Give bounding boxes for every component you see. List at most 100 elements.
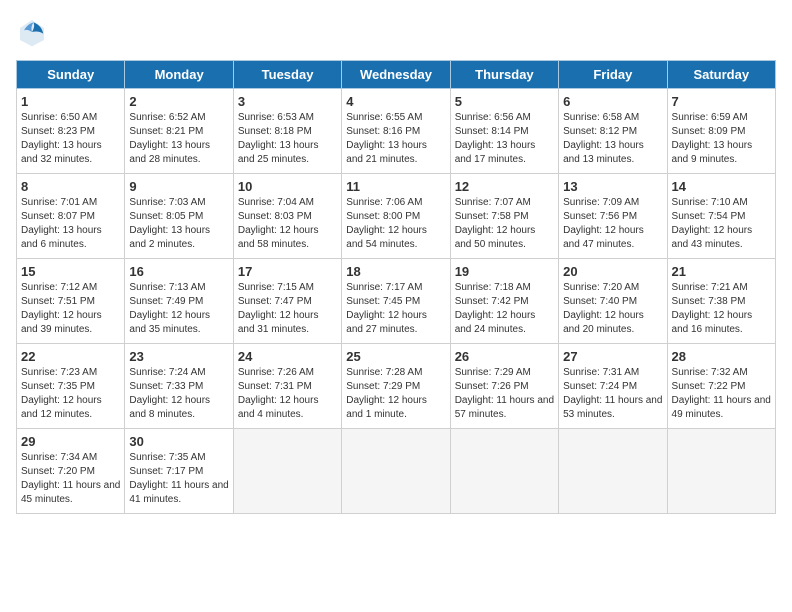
day-number: 10 [238, 179, 337, 194]
day-cell: 15Sunrise: 7:12 AMSunset: 7:51 PMDayligh… [17, 259, 125, 344]
day-cell: 20 Sunrise: 7:20 AMSunset: 7:40 PMDayligh… [559, 259, 667, 344]
week-row-3: 15Sunrise: 7:12 AMSunset: 7:51 PMDayligh… [17, 259, 776, 344]
col-header-thursday: Thursday [450, 61, 558, 89]
day-number: 29 [21, 434, 120, 449]
cell-info: Sunrise: 7:23 AMSunset: 7:35 PMDaylight:… [21, 366, 120, 422]
day-number: 18 [346, 264, 445, 279]
page-header [16, 16, 776, 48]
day-number: 19 [455, 264, 554, 279]
day-cell: 1 Sunrise: 6:50 AMSunset: 8:23 PMDaylight… [17, 89, 125, 174]
cell-info: Sunrise: 7:26 AMSunset: 7:31 PMDaylight:… [238, 366, 337, 422]
day-number: 28 [672, 349, 771, 364]
day-cell [667, 429, 775, 514]
day-cell: 29 Sunrise: 7:34 AMSunset: 7:20 PMDayligh… [17, 429, 125, 514]
day-cell: 5 Sunrise: 6:56 AMSunset: 8:14 PMDaylight… [450, 89, 558, 174]
day-cell: 12 Sunrise: 7:07 AMSunset: 7:58 PMDayligh… [450, 174, 558, 259]
cell-info: Sunrise: 7:04 AMSunset: 8:03 PMDaylight:… [238, 196, 337, 252]
day-number: 22 [21, 349, 120, 364]
week-row-4: 22 Sunrise: 7:23 AMSunset: 7:35 PMDayligh… [17, 344, 776, 429]
day-cell: 7 Sunrise: 6:59 AMSunset: 8:09 PMDaylight… [667, 89, 775, 174]
day-number: 2 [129, 94, 228, 109]
day-number: 8 [21, 179, 120, 194]
col-header-friday: Friday [559, 61, 667, 89]
day-number: 7 [672, 94, 771, 109]
cell-info: Sunrise: 7:10 AMSunset: 7:54 PMDaylight:… [672, 196, 771, 252]
day-number: 17 [238, 264, 337, 279]
day-cell: 26 Sunrise: 7:29 AMSunset: 7:26 PMDayligh… [450, 344, 558, 429]
cell-info: Sunrise: 6:59 AMSunset: 8:09 PMDaylight:… [672, 111, 771, 167]
week-row-1: 1 Sunrise: 6:50 AMSunset: 8:23 PMDaylight… [17, 89, 776, 174]
day-number: 26 [455, 349, 554, 364]
day-number: 6 [563, 94, 662, 109]
cell-info: Sunrise: 7:01 AMSunset: 8:07 PMDaylight:… [21, 196, 120, 252]
day-cell: 21 Sunrise: 7:21 AMSunset: 7:38 PMDayligh… [667, 259, 775, 344]
week-row-5: 29 Sunrise: 7:34 AMSunset: 7:20 PMDayligh… [17, 429, 776, 514]
day-number: 16 [129, 264, 228, 279]
day-cell: 13 Sunrise: 7:09 AMSunset: 7:56 PMDayligh… [559, 174, 667, 259]
cell-info: Sunrise: 7:20 AMSunset: 7:40 PMDaylight:… [563, 281, 662, 337]
cell-info: Sunrise: 7:15 AMSunset: 7:47 PMDaylight:… [238, 281, 337, 337]
cell-info: Sunrise: 7:13 AMSunset: 7:49 PMDaylight:… [129, 281, 228, 337]
cell-info: Sunrise: 7:21 AMSunset: 7:38 PMDaylight:… [672, 281, 771, 337]
day-number: 21 [672, 264, 771, 279]
day-number: 27 [563, 349, 662, 364]
day-cell: 17 Sunrise: 7:15 AMSunset: 7:47 PMDayligh… [233, 259, 341, 344]
cell-info: Sunrise: 7:18 AMSunset: 7:42 PMDaylight:… [455, 281, 554, 337]
day-cell: 11 Sunrise: 7:06 AMSunset: 8:00 PMDayligh… [342, 174, 450, 259]
day-cell [342, 429, 450, 514]
cell-info: Sunrise: 6:50 AMSunset: 8:23 PMDaylight:… [21, 111, 120, 167]
day-cell: 30Sunrise: 7:35 AMSunset: 7:17 PMDayligh… [125, 429, 233, 514]
day-cell: 9Sunrise: 7:03 AMSunset: 8:05 PMDaylight… [125, 174, 233, 259]
day-number: 1 [21, 94, 120, 109]
week-row-2: 8 Sunrise: 7:01 AMSunset: 8:07 PMDaylight… [17, 174, 776, 259]
cell-info: Sunrise: 7:31 AMSunset: 7:24 PMDaylight:… [563, 366, 662, 422]
cell-info: Sunrise: 7:24 AMSunset: 7:33 PMDaylight:… [129, 366, 228, 422]
cell-info: Sunrise: 7:09 AMSunset: 7:56 PMDaylight:… [563, 196, 662, 252]
cell-info: Sunrise: 7:34 AMSunset: 7:20 PMDaylight:… [21, 451, 120, 507]
cell-info: Sunrise: 7:07 AMSunset: 7:58 PMDaylight:… [455, 196, 554, 252]
day-cell: 6 Sunrise: 6:58 AMSunset: 8:12 PMDaylight… [559, 89, 667, 174]
cell-info: Sunrise: 7:29 AMSunset: 7:26 PMDaylight:… [455, 366, 554, 422]
day-cell: 22 Sunrise: 7:23 AMSunset: 7:35 PMDayligh… [17, 344, 125, 429]
day-cell: 24 Sunrise: 7:26 AMSunset: 7:31 PMDayligh… [233, 344, 341, 429]
day-number: 4 [346, 94, 445, 109]
day-number: 5 [455, 94, 554, 109]
day-cell [233, 429, 341, 514]
day-cell: 28 Sunrise: 7:32 AMSunset: 7:22 PMDayligh… [667, 344, 775, 429]
day-number: 12 [455, 179, 554, 194]
day-number: 13 [563, 179, 662, 194]
col-header-wednesday: Wednesday [342, 61, 450, 89]
cell-info: Sunrise: 6:58 AMSunset: 8:12 PMDaylight:… [563, 111, 662, 167]
day-number: 20 [563, 264, 662, 279]
day-cell: 27 Sunrise: 7:31 AMSunset: 7:24 PMDayligh… [559, 344, 667, 429]
col-header-tuesday: Tuesday [233, 61, 341, 89]
day-number: 25 [346, 349, 445, 364]
day-cell: 25Sunrise: 7:28 AMSunset: 7:29 PMDayligh… [342, 344, 450, 429]
day-cell [559, 429, 667, 514]
cell-info: Sunrise: 7:17 AMSunset: 7:45 PMDaylight:… [346, 281, 445, 337]
cell-info: Sunrise: 7:03 AMSunset: 8:05 PMDaylight:… [129, 196, 228, 252]
logo [16, 16, 52, 48]
day-number: 30 [129, 434, 228, 449]
cell-info: Sunrise: 7:32 AMSunset: 7:22 PMDaylight:… [672, 366, 771, 422]
day-number: 11 [346, 179, 445, 194]
day-cell: 8 Sunrise: 7:01 AMSunset: 8:07 PMDaylight… [17, 174, 125, 259]
cell-info: Sunrise: 6:56 AMSunset: 8:14 PMDaylight:… [455, 111, 554, 167]
day-number: 3 [238, 94, 337, 109]
day-cell: 3 Sunrise: 6:53 AMSunset: 8:18 PMDaylight… [233, 89, 341, 174]
cell-info: Sunrise: 6:55 AMSunset: 8:16 PMDaylight:… [346, 111, 445, 167]
day-number: 23 [129, 349, 228, 364]
day-cell: 14Sunrise: 7:10 AMSunset: 7:54 PMDayligh… [667, 174, 775, 259]
day-cell [450, 429, 558, 514]
cell-info: Sunrise: 6:52 AMSunset: 8:21 PMDaylight:… [129, 111, 228, 167]
cell-info: Sunrise: 6:53 AMSunset: 8:18 PMDaylight:… [238, 111, 337, 167]
day-cell: 16 Sunrise: 7:13 AMSunset: 7:49 PMDayligh… [125, 259, 233, 344]
day-cell: 19 Sunrise: 7:18 AMSunset: 7:42 PMDayligh… [450, 259, 558, 344]
cell-info: Sunrise: 7:06 AMSunset: 8:00 PMDaylight:… [346, 196, 445, 252]
day-number: 24 [238, 349, 337, 364]
col-header-sunday: Sunday [17, 61, 125, 89]
calendar-table: SundayMondayTuesdayWednesdayThursdayFrid… [16, 60, 776, 514]
col-header-saturday: Saturday [667, 61, 775, 89]
day-cell: 10 Sunrise: 7:04 AMSunset: 8:03 PMDayligh… [233, 174, 341, 259]
day-number: 15 [21, 264, 120, 279]
